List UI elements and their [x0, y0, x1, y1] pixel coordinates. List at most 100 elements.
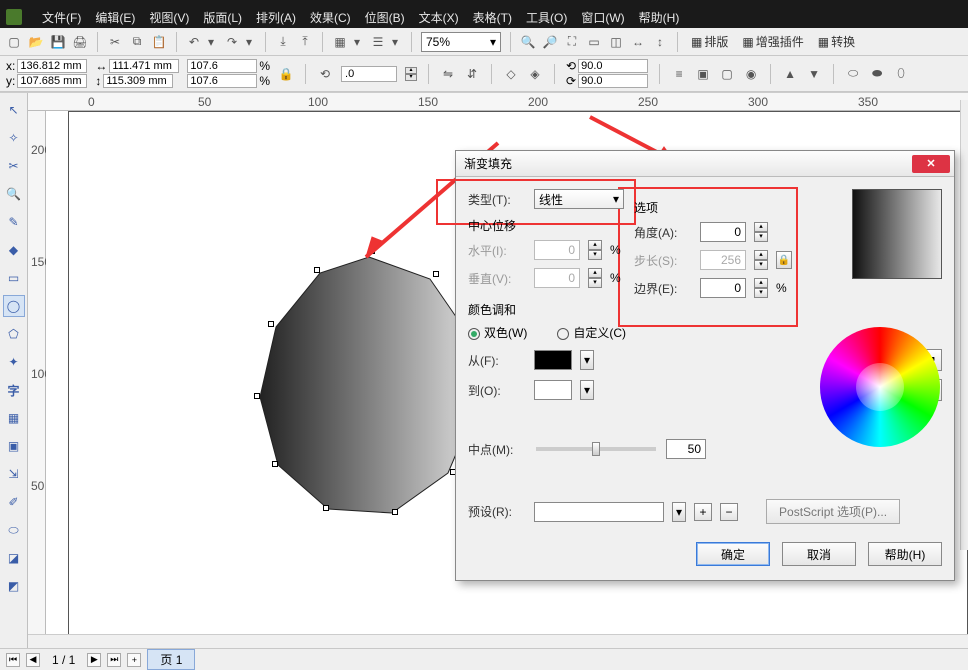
ellipse-tool-icon[interactable]: ◯ [3, 295, 25, 317]
export-icon[interactable]: ⤒ [297, 34, 313, 50]
align-icon[interactable]: ≡ [671, 66, 687, 82]
interactive-fill-icon[interactable]: ◩ [3, 575, 25, 597]
zoom-in-icon[interactable]: 🔍 [520, 34, 536, 50]
transform-icon[interactable]: ◇ [503, 66, 519, 82]
outline-icon[interactable]: ⬭ [845, 66, 861, 82]
a-dn[interactable]: ▾ [754, 232, 768, 242]
menu-help[interactable]: 帮助(H) [639, 9, 680, 26]
basic-shapes-icon[interactable]: ✦ [3, 351, 25, 373]
combine-icon[interactable]: ◉ [743, 66, 759, 82]
zoom-tool-icon[interactable]: 🔍 [3, 183, 25, 205]
zoom-combo[interactable]: 75%▾ [421, 32, 501, 52]
to-color-swatch[interactable] [534, 380, 572, 400]
zoom-out-icon[interactable]: 🔎 [542, 34, 558, 50]
page-add-icon[interactable]: + [127, 653, 141, 667]
lock-ratio-icon[interactable]: 🔒 [278, 66, 294, 82]
import-icon[interactable]: ⤓ [275, 34, 291, 50]
scale-x-input[interactable] [187, 59, 257, 73]
redo-dropdown-icon[interactable]: ▾ [246, 35, 256, 49]
zoom-fit-icon[interactable]: ⛶ [564, 34, 580, 50]
fill-tool-icon[interactable]: ◪ [3, 547, 25, 569]
page-first-icon[interactable]: ⏮ [6, 653, 20, 667]
angle-input[interactable] [700, 222, 746, 242]
chevron-down-icon[interactable]: ▾ [580, 350, 594, 370]
page-last-icon[interactable]: ⏭ [107, 653, 121, 667]
e-dn[interactable]: ▾ [754, 288, 768, 298]
menu-arrange[interactable]: 排列(A) [256, 9, 296, 26]
preset-remove-button[interactable]: − [720, 503, 738, 521]
menu-table[interactable]: 表格(T) [473, 9, 512, 26]
midpoint-slider[interactable] [536, 447, 656, 451]
zoom-page-icon[interactable]: ▭ [586, 34, 602, 50]
selected-polygon[interactable] [254, 251, 484, 521]
width-input[interactable] [109, 59, 179, 73]
undo-dropdown-icon[interactable]: ▾ [208, 35, 218, 49]
layout-button[interactable]: ▦排版 [687, 32, 732, 51]
ang2-input[interactable] [578, 74, 648, 88]
menu-window[interactable]: 窗口(W) [581, 9, 624, 26]
scale-y-input[interactable] [187, 74, 257, 88]
lock-icon[interactable]: 🔒 [776, 251, 792, 269]
rot-down[interactable]: ▾ [405, 74, 417, 81]
menu-edit[interactable]: 编辑(E) [95, 9, 135, 26]
rot-up[interactable]: ▴ [405, 67, 417, 74]
cancel-button[interactable]: 取消 [782, 542, 856, 566]
copy-icon[interactable]: ⧉ [129, 34, 145, 50]
transform2-icon[interactable]: ◈ [527, 66, 543, 82]
menu-text[interactable]: 文本(X) [419, 9, 459, 26]
toback-icon[interactable]: ▼ [806, 66, 822, 82]
docker-collapsed[interactable] [960, 100, 968, 550]
e-up[interactable]: ▴ [754, 278, 768, 288]
paste-icon[interactable]: 📋 [151, 34, 167, 50]
chevron-down-icon[interactable]: ▾ [580, 380, 594, 400]
mirror-h-icon[interactable]: ⇋ [440, 66, 456, 82]
crop-tool-icon[interactable]: ✂ [3, 155, 25, 177]
cut-icon[interactable]: ✂ [107, 34, 123, 50]
text-tool-icon[interactable]: 字 [3, 379, 25, 401]
menu-view[interactable]: 视图(V) [149, 9, 189, 26]
redo-icon[interactable]: ↷ [224, 34, 240, 50]
outline2-icon[interactable]: ⬬ [869, 66, 885, 82]
midpoint-input[interactable] [666, 439, 706, 459]
menu-layout[interactable]: 版面(L) [203, 9, 242, 26]
horizontal-scrollbar[interactable] [28, 634, 968, 648]
ungroup-icon[interactable]: ▢ [719, 66, 735, 82]
edge-input[interactable] [700, 278, 746, 298]
preset-add-button[interactable]: + [694, 503, 712, 521]
from-color-swatch[interactable] [534, 350, 572, 370]
save-icon[interactable]: 💾 [50, 34, 66, 50]
two-color-radio[interactable]: 双色(W) [468, 324, 527, 341]
new-icon[interactable]: ▢ [6, 34, 22, 50]
group-icon[interactable]: ▣ [695, 66, 711, 82]
zoom-all-icon[interactable]: ◫ [608, 34, 624, 50]
ang1-input[interactable] [578, 59, 648, 73]
y-input[interactable] [17, 74, 87, 88]
undo-icon[interactable]: ↶ [186, 34, 202, 50]
menu-tools[interactable]: 工具(O) [526, 9, 567, 26]
a-up[interactable]: ▴ [754, 222, 768, 232]
chevron-down-icon[interactable]: ▾ [672, 502, 686, 522]
welcome-icon[interactable]: ☰ [370, 34, 386, 50]
preset-combo[interactable] [534, 502, 664, 522]
convert-button[interactable]: ▦转换 [814, 32, 859, 51]
page-next-icon[interactable]: ▶ [87, 653, 101, 667]
print-icon[interactable]: 🖨 [72, 34, 88, 50]
close-icon[interactable]: ✕ [912, 155, 950, 173]
mirror-v-icon[interactable]: ⇵ [464, 66, 480, 82]
plugin-button[interactable]: ▦增强插件 [738, 32, 807, 51]
help-button[interactable]: 帮助(H) [868, 542, 942, 566]
dimension-tool-icon[interactable]: ▣ [3, 435, 25, 457]
app-launcher-icon[interactable]: ▦ [332, 34, 348, 50]
smartfill-tool-icon[interactable]: ◆ [3, 239, 25, 261]
welcome-dd-icon[interactable]: ▾ [392, 35, 402, 49]
rotation-input[interactable] [341, 66, 397, 82]
freehand-tool-icon[interactable]: ✎ [3, 211, 25, 233]
polygon-tool-icon[interactable]: ⬠ [3, 323, 25, 345]
zoom-height-icon[interactable]: ↕ [652, 34, 668, 50]
open-icon[interactable]: 📂 [28, 34, 44, 50]
zoom-width-icon[interactable]: ↔ [630, 34, 646, 50]
app-dd-icon[interactable]: ▾ [354, 35, 364, 49]
table-tool-icon[interactable]: ▦ [3, 407, 25, 429]
menu-bitmap[interactable]: 位图(B) [365, 9, 405, 26]
tofront-icon[interactable]: ▲ [782, 66, 798, 82]
